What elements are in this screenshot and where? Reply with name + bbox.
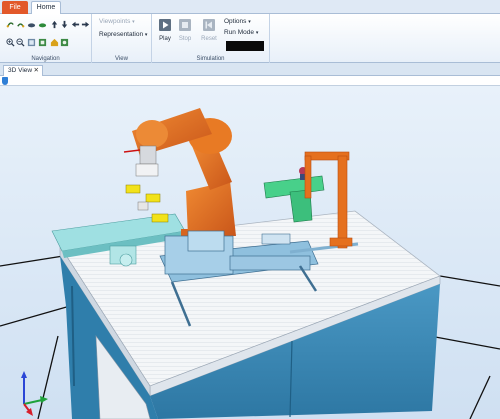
viewpoints-label: Viewpoints bbox=[99, 18, 131, 25]
reset-icon bbox=[203, 19, 215, 31]
document-tab-strip: 3D View ✕ bbox=[0, 63, 500, 76]
arrow-down-icon[interactable] bbox=[60, 20, 69, 29]
run-mode-label: Run Mode bbox=[224, 29, 254, 36]
chevron-down-icon: ▾ bbox=[132, 19, 135, 25]
yellow-parts bbox=[125, 184, 169, 223]
file-tab[interactable]: File bbox=[2, 1, 28, 14]
focus-icon[interactable] bbox=[60, 38, 69, 47]
chevron-down-icon: ▾ bbox=[144, 32, 148, 38]
reset-label: Reset bbox=[201, 36, 217, 42]
reset-button[interactable]: Reset bbox=[198, 16, 220, 54]
viewpoints-button[interactable]: Viewpoints ▾ bbox=[99, 18, 135, 25]
view-group-label: View bbox=[115, 56, 128, 62]
play-label: Play bbox=[159, 36, 171, 42]
navigation-group-label: Navigation bbox=[31, 56, 60, 62]
walk-icon[interactable] bbox=[38, 20, 47, 29]
play-button[interactable]: Play bbox=[154, 16, 176, 54]
simulation-timeline[interactable] bbox=[0, 76, 500, 86]
options-label: Options bbox=[224, 18, 247, 25]
timeline-marker[interactable] bbox=[2, 77, 8, 85]
navigation-group: Navigation bbox=[0, 14, 92, 63]
stop-icon bbox=[179, 19, 191, 31]
stop-button[interactable]: Stop bbox=[174, 16, 196, 54]
tab-3d-view[interactable]: 3D View ✕ bbox=[3, 65, 43, 76]
zoom-window-icon[interactable] bbox=[38, 38, 47, 47]
view-group: Viewpoints ▾ Representation ▾ View bbox=[92, 14, 152, 63]
close-icon[interactable]: ✕ bbox=[34, 66, 39, 76]
y-axis-icon bbox=[23, 399, 43, 405]
tab-3d-view-label: 3D View bbox=[8, 67, 33, 74]
arrow-right-icon[interactable] bbox=[81, 20, 90, 29]
simulation-group: Play Stop Reset Options ▾ Run Mode ▾ Sim… bbox=[152, 14, 270, 63]
arrow-left-icon[interactable] bbox=[71, 20, 80, 29]
ribbon: Navigation Viewpoints ▾ Representation ▾… bbox=[0, 14, 500, 63]
representation-button[interactable]: Representation ▾ bbox=[99, 31, 147, 38]
simulation-group-label: Simulation bbox=[196, 56, 225, 62]
green-gripper-station bbox=[263, 167, 325, 223]
view-all-icon[interactable] bbox=[27, 38, 36, 47]
workcell-scene bbox=[0, 108, 500, 419]
run-mode-button[interactable]: Run Mode ▾ bbox=[224, 29, 258, 36]
chevron-down-icon: ▾ bbox=[248, 19, 251, 25]
3d-viewport[interactable] bbox=[0, 86, 500, 419]
play-icon bbox=[159, 19, 171, 31]
rotate-icon[interactable] bbox=[6, 20, 15, 29]
ribbon-tab-strip: File Home bbox=[0, 0, 500, 15]
pan-icon[interactable] bbox=[16, 20, 25, 29]
stop-label: Stop bbox=[178, 36, 192, 42]
zoom-out-icon[interactable] bbox=[16, 38, 25, 47]
axis-triad bbox=[21, 371, 48, 416]
home-tab[interactable]: Home bbox=[31, 1, 61, 15]
options-button[interactable]: Options ▾ bbox=[224, 18, 251, 25]
home-view-icon[interactable] bbox=[50, 38, 59, 47]
chevron-down-icon: ▾ bbox=[255, 30, 259, 36]
arrow-up-icon[interactable] bbox=[50, 20, 59, 29]
representation-label: Representation bbox=[99, 31, 144, 38]
look-around-icon[interactable] bbox=[27, 20, 36, 29]
simulation-time-display bbox=[226, 41, 264, 51]
zoom-in-icon[interactable] bbox=[6, 38, 15, 47]
